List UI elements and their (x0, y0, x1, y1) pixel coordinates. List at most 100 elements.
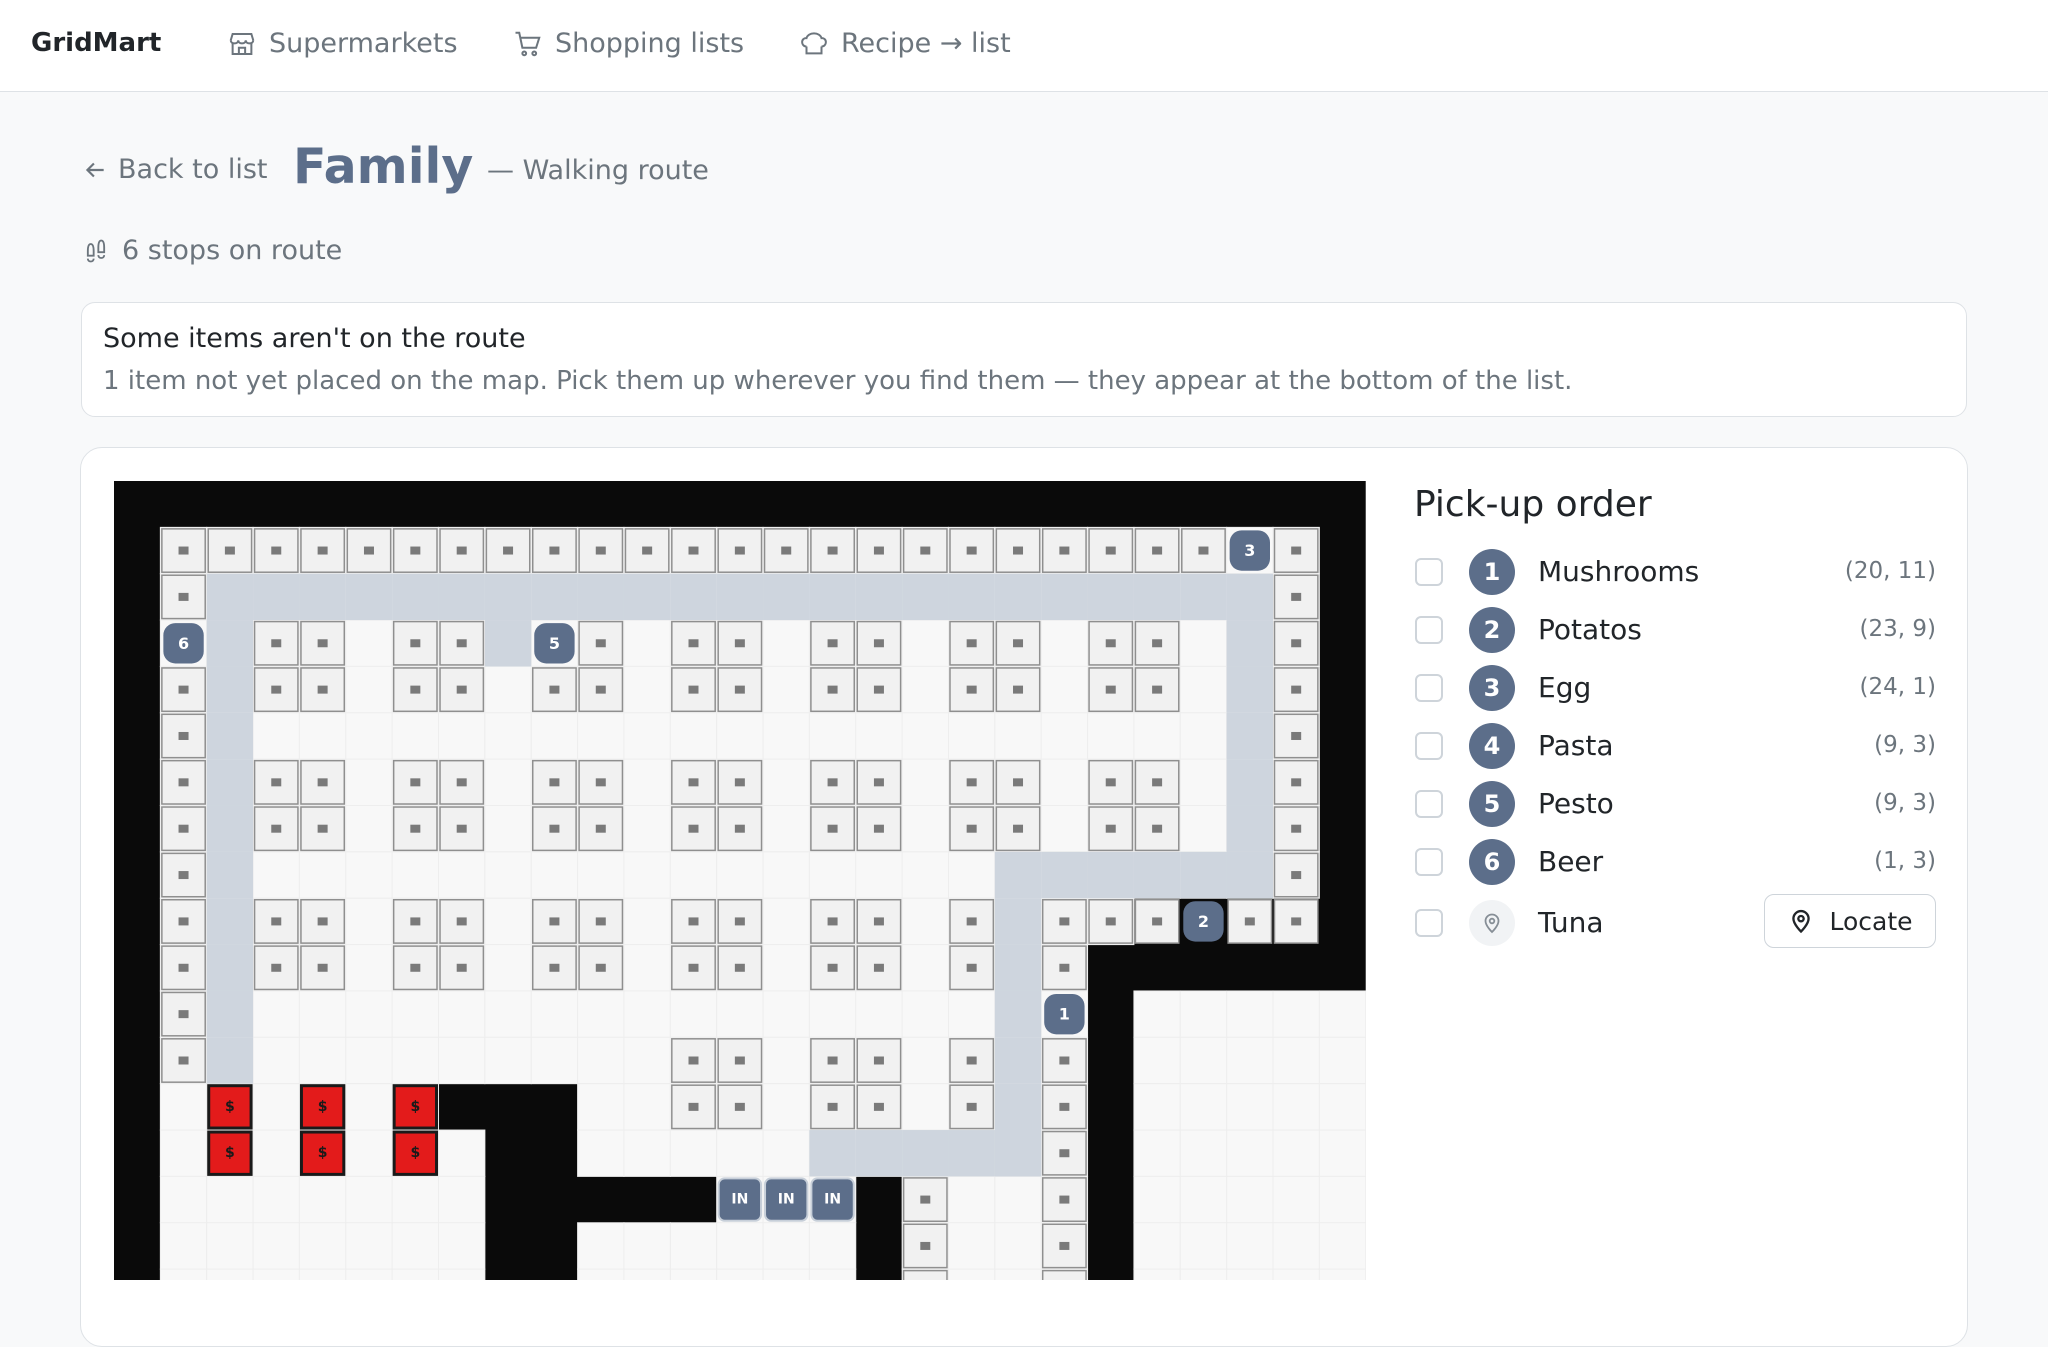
checkout-symbol: $ (318, 1099, 328, 1115)
map-floor-cell (762, 758, 810, 807)
shelf-item-icon (827, 639, 838, 648)
stop-number-badge: 6 (1469, 839, 1515, 885)
shelf-item-icon (966, 1102, 977, 1111)
shelf-item-icon (271, 824, 282, 833)
map-floor-cell (762, 1268, 810, 1280)
shelf-item-icon (966, 639, 977, 648)
nav-recipe-to-list[interactable]: Recipe → list (799, 28, 1011, 59)
map-floor-cell (577, 851, 625, 899)
map-floor-cell (1179, 1268, 1228, 1280)
map-floor-cell (252, 1268, 300, 1280)
route-path-cell (1226, 805, 1273, 852)
page-subtitle: — Walking route (487, 155, 709, 186)
locate-button[interactable]: Locate (1764, 894, 1936, 948)
shelf-item-icon (1105, 639, 1116, 648)
map-floor-cell (1179, 712, 1228, 760)
shelf-item-icon (920, 546, 931, 555)
shelf-item-icon (734, 639, 745, 648)
pickup-checkbox[interactable] (1415, 732, 1443, 760)
route-path-cell (1226, 620, 1273, 667)
pickup-checkbox[interactable] (1415, 909, 1443, 937)
map-floor-cell (438, 1036, 486, 1085)
map-floor-cell (1226, 1129, 1274, 1177)
map-floor-cell (716, 1222, 764, 1270)
map-pin-icon (1484, 913, 1500, 934)
map-floor-cell (252, 1222, 300, 1270)
map-floor-cell (391, 851, 440, 899)
nav-shopping-lists[interactable]: Shopping lists (513, 28, 744, 59)
route-stop-number: 5 (549, 634, 560, 653)
map-floor-cell (298, 1175, 347, 1224)
map-floor-cell (391, 1268, 440, 1280)
shelf-item-icon (1152, 639, 1163, 648)
shelf-item-icon (1105, 778, 1116, 787)
map-floor-cell (762, 1036, 810, 1085)
route-path-cell (1226, 851, 1273, 899)
pickup-checkbox[interactable] (1415, 616, 1443, 644)
route-path-cell (948, 1130, 995, 1177)
nav-supermarkets[interactable]: Supermarkets (227, 28, 458, 59)
shelf-item-icon (1152, 824, 1163, 833)
pickup-item-name: Tuna (1538, 906, 1604, 939)
shelf-item-icon (1059, 546, 1070, 555)
map-floor-cell (438, 1175, 486, 1224)
store-map[interactable]: $ $ $ $ $ $ IN IN IN 1 2 3 5 6 (114, 481, 1366, 1280)
shelf-item-icon (873, 778, 884, 787)
shelf-item-icon (178, 963, 189, 972)
route-path-cell (994, 944, 1042, 991)
pickup-checkbox[interactable] (1415, 790, 1443, 818)
route-path-cell (1133, 851, 1181, 899)
stops-count: 6 stops on route (82, 235, 342, 266)
map-floor-cell (623, 665, 671, 714)
shelf-item-icon (873, 685, 884, 694)
map-floor-cell (438, 1268, 486, 1280)
map-floor-cell (1087, 712, 1135, 760)
pickup-checkbox[interactable] (1415, 848, 1443, 876)
route-path-cell (994, 1083, 1042, 1131)
route-path-cell (994, 1037, 1042, 1084)
shelf-item-icon (178, 1056, 189, 1065)
map-floor-cell (345, 1129, 393, 1177)
shelf-item-icon (827, 546, 838, 555)
map-floor-cell (345, 1268, 393, 1280)
map-floor-cell (901, 712, 949, 760)
shelf-item-icon (1059, 917, 1070, 926)
map-floor-cell (1226, 990, 1274, 1038)
shelf-item-icon (1291, 639, 1302, 648)
route-path-cell (948, 573, 995, 621)
pickup-checkbox[interactable] (1415, 674, 1443, 702)
map-floor-cell (484, 712, 532, 760)
shelf-item-icon (549, 685, 560, 694)
shelf-item-icon (456, 917, 467, 926)
stop-number-badge: 2 (1469, 607, 1515, 653)
shelf-item-icon (271, 778, 282, 787)
map-floor-cell (577, 1268, 625, 1280)
map-floor-cell (1040, 805, 1089, 853)
route-path-cell (484, 620, 532, 667)
map-floor-cell (808, 851, 857, 899)
pickup-item-coord: (24, 1) (1859, 674, 1936, 700)
brand-logo[interactable]: GridMart (31, 28, 161, 58)
shelf-item-icon (271, 546, 282, 555)
map-floor-cell (484, 805, 532, 853)
shelf-item-icon (827, 917, 838, 926)
map-floor-cell (623, 805, 671, 853)
pickup-item-name: Beer (1538, 845, 1604, 878)
route-path-cell (206, 666, 254, 713)
map-floor-cell (345, 851, 393, 899)
arrow-left-icon (85, 162, 104, 177)
map-floor-cell (1040, 712, 1089, 760)
map-floor-cell (1133, 1083, 1181, 1131)
shelf-item-icon (688, 778, 699, 787)
map-floor-cell (901, 1036, 949, 1085)
map-floor-cell (252, 851, 300, 899)
pickup-item-name: Mushrooms (1538, 555, 1700, 588)
shelf-item-icon (410, 963, 421, 972)
map-floor-cell (159, 1083, 208, 1131)
back-to-list-link[interactable]: Back to list (82, 154, 267, 185)
map-floor-cell (1133, 990, 1181, 1038)
checkout-symbol: $ (225, 1145, 235, 1161)
checkout-symbol: $ (225, 1099, 235, 1115)
route-path-cell (1226, 712, 1273, 760)
pickup-checkbox[interactable] (1415, 558, 1443, 586)
